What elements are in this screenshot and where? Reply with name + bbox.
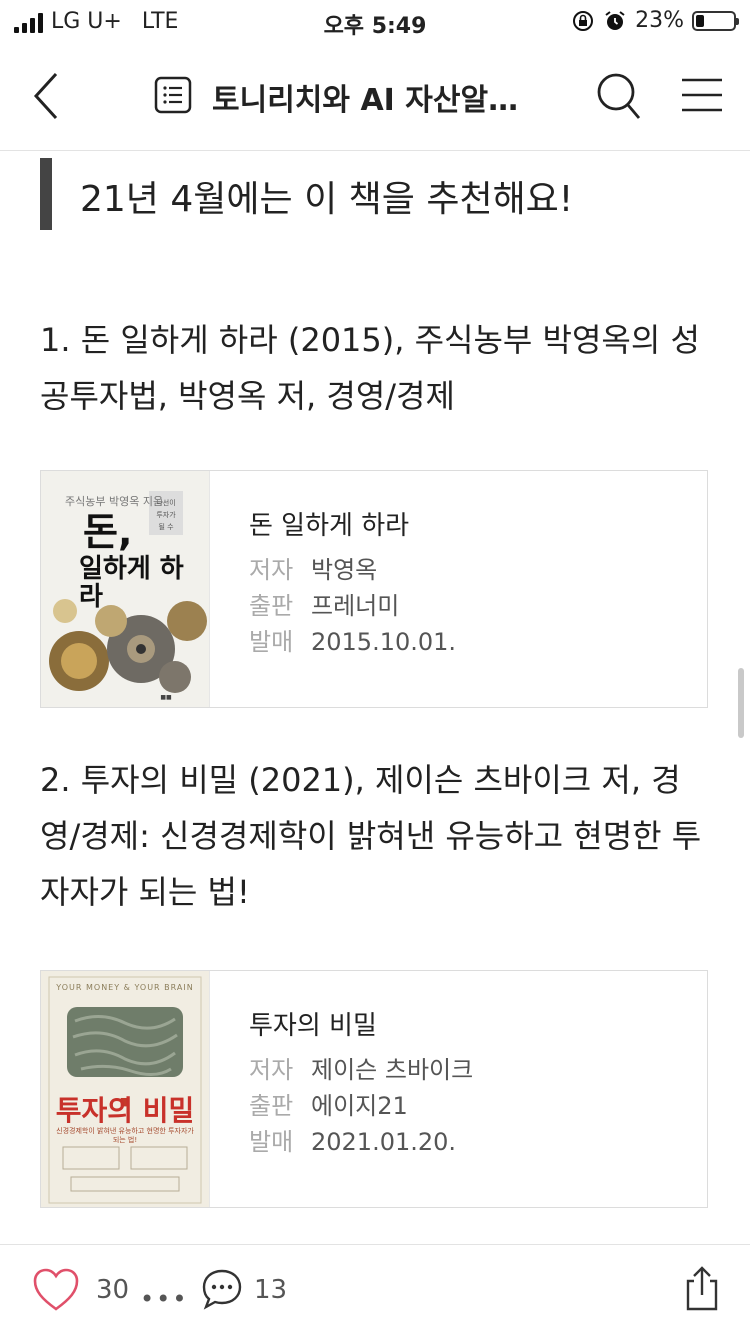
comment-icon[interactable] <box>200 1267 244 1311</box>
navigation-bar: 토니리치와 AI 자산알… <box>0 44 750 151</box>
book-date-1: 2015.10.01. <box>311 628 457 656</box>
more-options-button[interactable]: ••• <box>140 1285 188 1313</box>
battery-icon <box>692 10 739 31</box>
book-info-2: 투자의 비밀 저자 제이슨 츠바이크 출판 에이지21 발매 2021.01.20. <box>249 1005 473 1160</box>
hamburger-menu-icon[interactable] <box>682 77 722 113</box>
svg-text:될 수: 될 수 <box>158 522 174 531</box>
book-date-2: 2021.01.20. <box>311 1128 457 1156</box>
quote-text: 21년 4월에는 이 책을 추천해요! <box>80 179 574 220</box>
publisher-label: 출판 <box>249 1092 294 1120</box>
book-cover-subtitle-1: 일하게 하라 <box>79 554 184 612</box>
back-chevron-icon[interactable] <box>26 68 70 124</box>
book-card-2[interactable]: ■ YOUR MONEY & YOUR BRAIN 투자의 비밀 신경경제학이 … <box>40 970 708 1208</box>
list-icon[interactable] <box>154 76 192 114</box>
book-info-1: 돈 일하게 하라 저자 박영옥 출판 프레너미 발매 2015.10.01. <box>249 505 456 660</box>
book-title-1: 돈 일하게 하라 <box>249 511 410 541</box>
book-cover-1: 나선이 투자가 될 수 ■■ 주식농부 박영옥 지음 돈, 일하게 하라 <box>41 471 210 707</box>
book-cover-subtitle-2: 신경경제학이 밝혀낸 유능하고 현명한 투자자가 되는 법! <box>56 1127 194 1144</box>
publisher-label: 출판 <box>249 592 294 620</box>
book-cover-title-1: 돈, <box>83 510 133 554</box>
book-card-1[interactable]: 나선이 투자가 될 수 ■■ 주식농부 박영옥 지음 돈, 일하게 하라 돈 일… <box>40 470 708 708</box>
book-cover-arc-2: YOUR MONEY & YOUR BRAIN <box>56 983 194 992</box>
svg-text:■■: ■■ <box>160 694 172 701</box>
quote-bar <box>40 158 52 230</box>
book-title-2: 투자의 비밀 <box>249 1011 377 1041</box>
alarm-icon <box>605 10 625 30</box>
rotation-lock-icon <box>573 10 594 31</box>
search-icon[interactable] <box>596 72 642 122</box>
blog-title[interactable]: 토니리치와 AI 자산알… <box>212 75 542 119</box>
svg-text:투자가: 투자가 <box>156 510 176 519</box>
share-icon[interactable] <box>684 1265 720 1311</box>
release-label: 발매 <box>249 1128 294 1156</box>
comment-count: 13 <box>254 1275 288 1305</box>
author-label: 저자 <box>249 1056 294 1084</box>
book-cover-title-2: 투자의 비밀 <box>55 1094 195 1127</box>
quote-block: 21년 4월에는 이 책을 추천해요! <box>40 158 720 230</box>
post-paragraph-1: 1. 돈 일하게 하라 (2015), 주식농부 박영옥의 성공투자법, 박영옥… <box>40 321 700 415</box>
status-bar: LG U+ LTE 오후 5:49 23% <box>0 0 750 44</box>
release-label: 발매 <box>249 628 294 656</box>
post-paragraph-2: 2. 투자의 비밀 (2021), 제이슨 츠바이크 저, 경영/경제: 신경경… <box>40 761 702 911</box>
author-label: 저자 <box>249 556 294 584</box>
like-count: 30 <box>96 1275 130 1305</box>
bottom-action-bar: 30 ••• 13 <box>0 1244 750 1335</box>
battery-percent: 23% <box>635 8 684 33</box>
book-publisher-1: 프레너미 <box>311 592 400 620</box>
book-cover-2: ■ YOUR MONEY & YOUR BRAIN 투자의 비밀 신경경제학이 … <box>41 971 210 1207</box>
book-publisher-2: 에이지21 <box>311 1092 408 1120</box>
heart-icon[interactable] <box>32 1267 80 1313</box>
book-author-1: 박영옥 <box>311 556 378 584</box>
book-author-2: 제이슨 츠바이크 <box>311 1056 474 1084</box>
scrollbar-thumb[interactable] <box>738 668 744 738</box>
